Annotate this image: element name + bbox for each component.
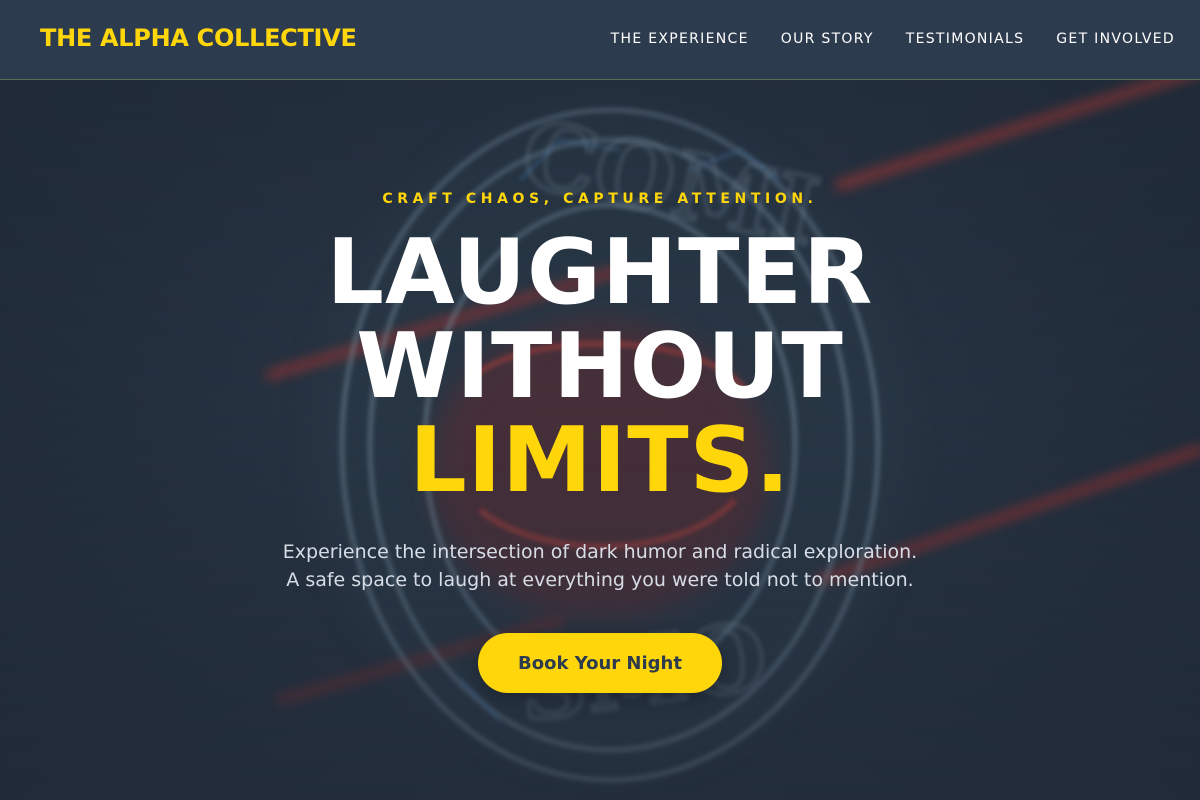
nav-link-the-experience[interactable]: THE EXPERIENCE: [611, 31, 749, 47]
main-nav: THE EXPERIENCE OUR STORY TESTIMONIALS GE…: [611, 31, 1175, 47]
hero-content: CRAFT CHAOS, CAPTURE ATTENTION. LAUGHTER…: [0, 80, 1200, 800]
headline-line-3-accent: LIMITS.: [409, 408, 791, 513]
page: THE ALPHA COLLECTIVE THE EXPERIENCE OUR …: [0, 0, 1200, 800]
description-line-1: Experience the intersection of dark humo…: [282, 541, 918, 563]
brand-logo-link[interactable]: THE ALPHA COLLECTIVE: [40, 24, 357, 52]
book-your-night-button[interactable]: Book Your Night: [478, 633, 722, 693]
nav-link-get-involved[interactable]: GET INVOLVED: [1056, 31, 1175, 47]
headline-line-1: LAUGHTER: [326, 220, 874, 325]
nav-link-testimonials[interactable]: TESTIMONIALS: [906, 31, 1025, 47]
site-header: THE ALPHA COLLECTIVE THE EXPERIENCE OUR …: [0, 0, 1200, 80]
hero-description: Experience the intersection of dark humo…: [0, 538, 1200, 594]
hero-headline: LAUGHTER WITHOUT LIMITS.: [0, 226, 1200, 508]
description-line-2: A safe space to laugh at everything you …: [286, 569, 914, 591]
headline-line-2: WITHOUT: [356, 314, 844, 419]
nav-link-our-story[interactable]: OUR STORY: [781, 31, 874, 47]
hero-tagline: CRAFT CHAOS, CAPTURE ATTENTION.: [382, 191, 818, 207]
